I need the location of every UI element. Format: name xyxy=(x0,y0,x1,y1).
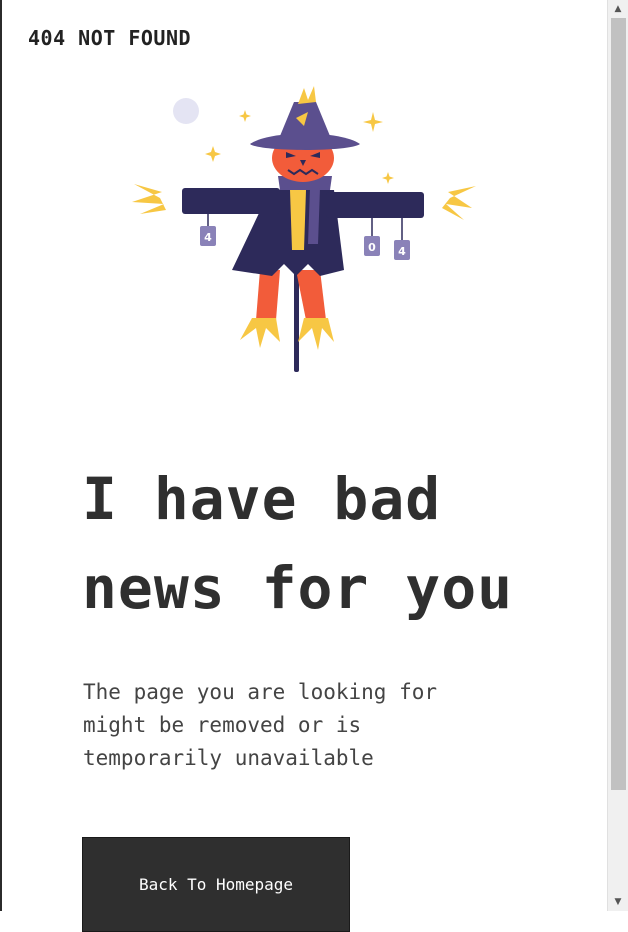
moon-icon xyxy=(173,98,199,124)
headline-line-1: I have bad xyxy=(82,465,442,533)
scroll-up-icon[interactable]: ▲ xyxy=(608,0,628,18)
headline: I have bad news for you xyxy=(82,455,582,633)
back-to-homepage-button[interactable]: Back To Homepage xyxy=(82,837,350,932)
description-line-3: temporarily unavailable xyxy=(83,746,374,770)
page-brand: 404 NOT FOUND xyxy=(28,26,192,50)
description-line-2: might be removed or is xyxy=(83,713,362,737)
description: The page you are looking for might be re… xyxy=(83,676,503,775)
scroll-thumb[interactable] xyxy=(611,18,626,790)
scroll-down-icon[interactable]: ▼ xyxy=(608,893,628,911)
headline-line-2: news for you xyxy=(82,554,514,622)
tag-mid: 0 xyxy=(368,241,376,254)
vertical-scrollbar[interactable]: ▲ ▼ xyxy=(607,0,628,911)
window-frame-edge xyxy=(0,0,2,911)
tag-left: 4 xyxy=(204,231,212,244)
scarecrow-illustration: 4 0 4 xyxy=(132,86,476,372)
description-line-1: The page you are looking for xyxy=(83,680,438,704)
tag-right: 4 xyxy=(398,245,406,258)
